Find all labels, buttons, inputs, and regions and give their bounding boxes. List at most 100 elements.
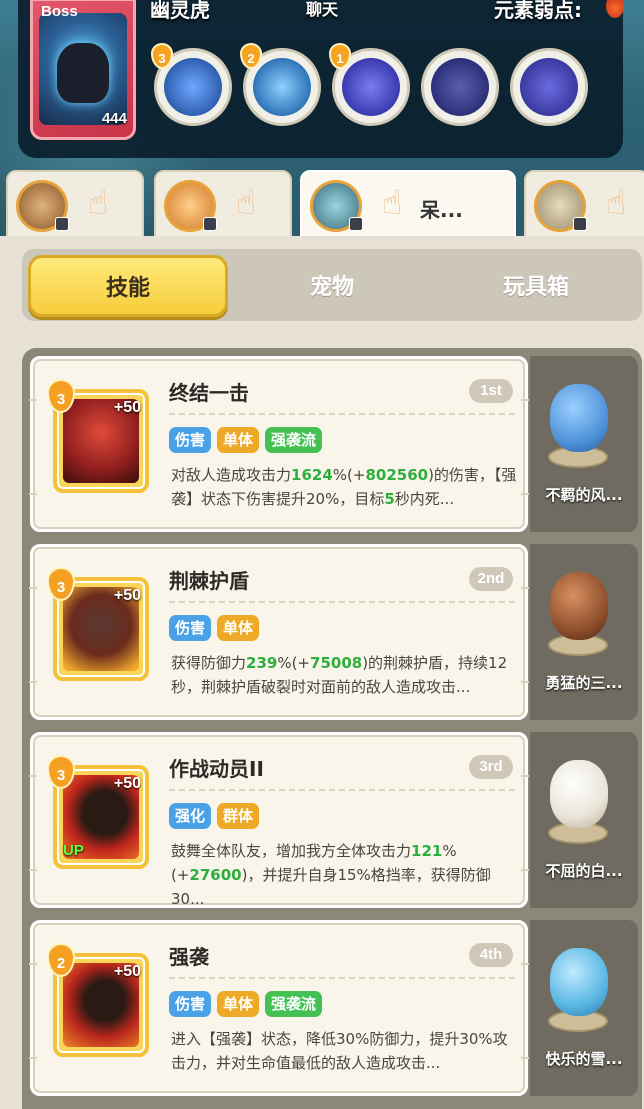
- hero-tab-3[interactable]: ☝ 呆...: [300, 170, 516, 236]
- skill-title: 强袭: [169, 945, 209, 969]
- skill-card-4[interactable]: 2 +50 强袭 4th 伤害 单体 强袭流 进入【强袭】状态，降低30%防御力…: [29, 920, 529, 1096]
- hand-tap-icon: ☝: [605, 183, 627, 223]
- skill-description: 进入【强袭】状态，降低30%防御力，提升30%攻击力，并对生命值最低的敌人造成攻…: [171, 1030, 508, 1072]
- dragon-pet-icon: [550, 384, 608, 452]
- skill-tags: 伤害 单体 强袭流: [169, 427, 323, 453]
- skill-bonus: +50: [113, 399, 141, 416]
- tag-damage: 伤害: [169, 427, 212, 453]
- triceratops-pet-icon: [550, 572, 608, 640]
- divider: [169, 789, 515, 791]
- pet-slot-3[interactable]: 不屈的白...: [530, 732, 638, 908]
- skill-bonus: +50: [113, 963, 141, 980]
- element-weakness-label: 元素弱点:: [494, 0, 582, 22]
- boss-skill-3[interactable]: 1: [329, 43, 410, 126]
- skill-rank: 3rd: [469, 755, 513, 779]
- skill-icon[interactable]: 3 +50 UP: [47, 755, 149, 869]
- pet-slot-2[interactable]: 勇猛的三...: [530, 544, 638, 720]
- hero-avatar: [16, 180, 69, 232]
- skill-tags: 伤害 单体: [169, 615, 260, 641]
- tag-target: 单体: [217, 615, 260, 641]
- hero-avatar: [534, 180, 587, 232]
- skill-icon[interactable]: 3 +50: [47, 379, 149, 493]
- skill-level-badge: 2: [240, 43, 262, 69]
- hero-tab-1[interactable]: ☝: [6, 170, 144, 236]
- skill-rank: 1st: [469, 379, 513, 403]
- skill-rank: 4th: [469, 943, 513, 967]
- tag-damage: 伤害: [169, 615, 212, 641]
- tab-skills[interactable]: 技能: [28, 255, 228, 317]
- skill-icon[interactable]: 3 +50: [47, 567, 149, 681]
- ghost-tiger-icon: [520, 58, 578, 116]
- skill-icon[interactable]: 2 +50: [47, 943, 149, 1057]
- boss-skill-1[interactable]: 3: [151, 43, 232, 126]
- pet-name: 不羁的风...: [545, 486, 623, 504]
- hero-class-icon: [203, 217, 217, 231]
- hero-detail-panel: 技能 宠物 玩具箱 3 +50 终结一击 1st 伤害 单体 强袭流 对敌人造成…: [0, 236, 644, 1109]
- ghost-shadow-icon: [342, 58, 400, 116]
- skill-rank: 2nd: [469, 567, 513, 591]
- tag-damage: 伤害: [169, 991, 212, 1017]
- hero-class-icon: [573, 217, 587, 231]
- hand-tap-icon: ☝: [381, 183, 403, 223]
- card-frame: [29, 399, 37, 495]
- boss-portrait[interactable]: Boss 444: [30, 0, 136, 140]
- card-frame: [29, 775, 37, 871]
- boss-name: 幽灵虎: [150, 0, 210, 22]
- skill-tags: 强化 群体: [169, 803, 260, 829]
- tag-buff: 强化: [169, 803, 212, 829]
- divider: [169, 413, 515, 415]
- ghost-tiger-art-icon: [39, 13, 127, 125]
- hero-avatar: [310, 180, 363, 232]
- card-frame: [29, 587, 37, 683]
- skill-card-2[interactable]: 3 +50 荆棘护盾 2nd 伤害 单体 获得防御力239%(+75008)的荆…: [29, 544, 529, 720]
- pet-slot-4[interactable]: 快乐的雪...: [530, 920, 638, 1096]
- hero-class-icon: [55, 217, 69, 231]
- hand-tap-icon: ☝: [87, 183, 109, 223]
- upgrade-badge: UP: [63, 842, 84, 859]
- lightning-claw-icon: [253, 58, 311, 116]
- hero-name: 呆...: [420, 198, 463, 222]
- chat-button[interactable]: 聊天: [306, 0, 338, 20]
- boss-hp: 444: [101, 110, 127, 127]
- card-frame: [521, 587, 529, 683]
- skill-card-3[interactable]: 3 +50 UP 作战动员II 3rd 强化 群体 鼓舞全体队友，增加我方全体攻…: [29, 732, 529, 908]
- skill-title: 作战动员II: [169, 757, 264, 781]
- boss-skill-5[interactable]: [510, 48, 588, 126]
- boss-skill-4[interactable]: [421, 48, 499, 126]
- tag-build: 强袭流: [265, 991, 323, 1017]
- skill-level-badge: 3: [151, 43, 173, 69]
- claw-slash-icon: [164, 58, 222, 116]
- hero-tab-4[interactable]: ☝: [524, 170, 644, 236]
- skill-description: 对敌人造成攻击力1624%(+802560)的伤害，【强袭】状态下伤害提升20%…: [171, 466, 517, 508]
- pet-slot-1[interactable]: 不羁的风...: [530, 356, 638, 532]
- boss-skill-2[interactable]: 2: [240, 43, 321, 126]
- skill-card-1[interactable]: 3 +50 终结一击 1st 伤害 单体 强袭流 对敌人造成攻击力1624%(+…: [29, 356, 529, 532]
- tag-build: 强袭流: [265, 427, 323, 453]
- hand-tap-icon: ☝: [235, 183, 257, 223]
- skill-title: 荆棘护盾: [169, 569, 249, 593]
- divider: [169, 977, 515, 979]
- divider: [169, 601, 515, 603]
- tag-target: 单体: [217, 991, 260, 1017]
- hero-class-icon: [349, 217, 363, 231]
- tab-toybox[interactable]: 玩具箱: [436, 249, 636, 321]
- tag-target: 群体: [217, 803, 260, 829]
- hero-avatar: [164, 180, 217, 232]
- skill-title: 终结一击: [169, 381, 249, 405]
- tab-pets[interactable]: 宠物: [232, 249, 432, 321]
- card-frame: [521, 399, 529, 495]
- tag-target: 单体: [217, 427, 260, 453]
- skill-bonus: +50: [113, 587, 141, 604]
- pet-name: 勇猛的三...: [545, 674, 623, 692]
- skill-description: 鼓舞全体队友，增加我方全体攻击力121%(+27600)，并提升自身15%格挡率…: [171, 842, 491, 908]
- panel-tab-bar: 技能 宠物 玩具箱: [22, 249, 642, 321]
- pet-name: 快乐的雪...: [545, 1050, 623, 1068]
- boss-tag: Boss: [41, 3, 78, 20]
- card-frame: [29, 963, 37, 1059]
- skill-description: 获得防御力239%(+75008)的荆棘护盾，持续12秒，荆棘护盾破裂时对面前的…: [171, 654, 508, 696]
- hero-tab-2[interactable]: ☝: [154, 170, 292, 236]
- skill-tags: 伤害 单体 强袭流: [169, 991, 323, 1017]
- card-frame: [521, 963, 529, 1059]
- pet-name: 不屈的白...: [545, 862, 623, 880]
- card-frame: [521, 775, 529, 871]
